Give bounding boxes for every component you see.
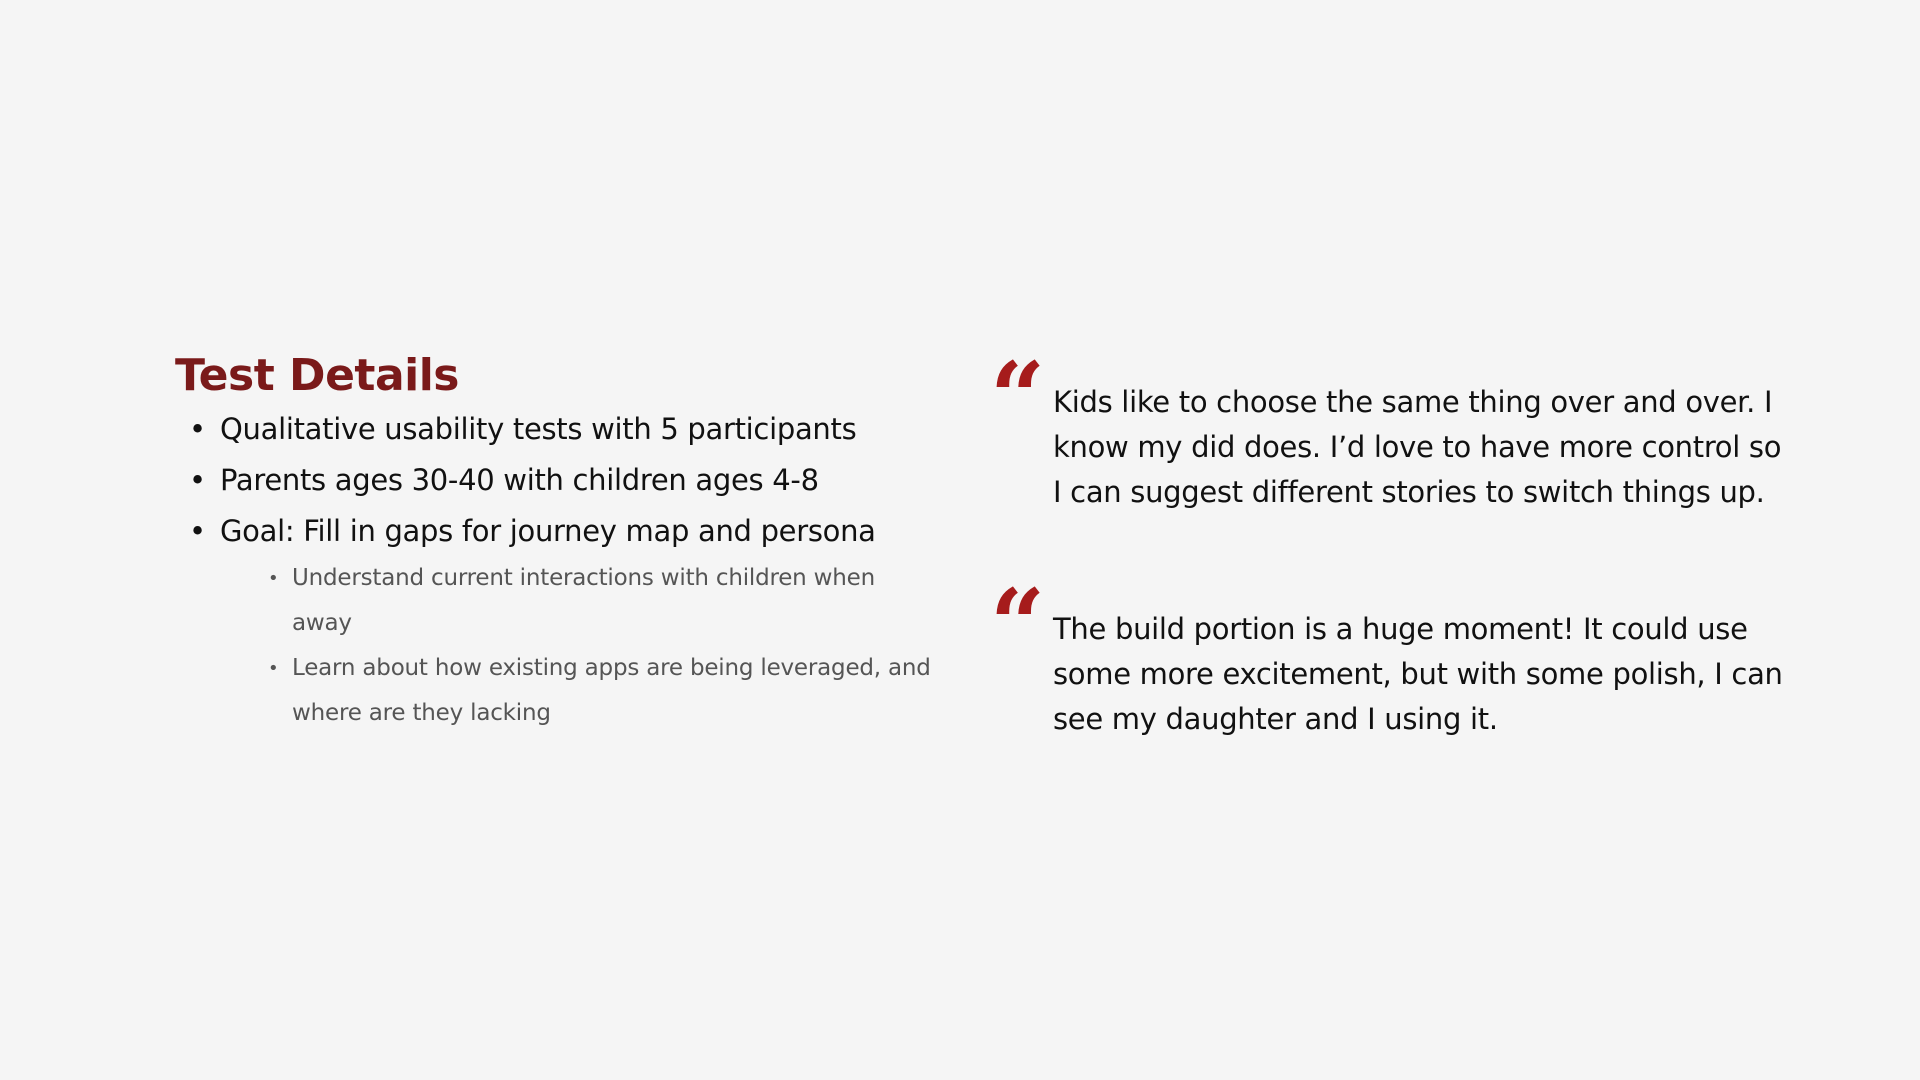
- section-title: Test Details: [175, 350, 460, 401]
- bullet-text: Qualitative usability tests with 5 parti…: [220, 412, 857, 446]
- bullet-item: • Parents ages 30-40 with children ages …: [175, 461, 935, 499]
- bullet-item: • Goal: Fill in gaps for journey map and…: [175, 512, 935, 736]
- sub-bullet-dot-icon: •: [268, 568, 279, 589]
- sub-bullet-item: • Learn about how existing apps are bein…: [220, 646, 932, 736]
- quote-block: “ Kids like to choose the same thing ove…: [990, 350, 1810, 515]
- bullet-dot-icon: •: [189, 463, 206, 497]
- bullet-text: Goal: Fill in gaps for journey map and p…: [220, 514, 876, 548]
- test-details-section: Test Details • Qualitative usability tes…: [175, 346, 935, 749]
- sub-bullet-list: • Understand current interactions with c…: [220, 556, 935, 736]
- quote-text: The build portion is a huge moment! It c…: [1053, 612, 1783, 736]
- bullet-dot-icon: •: [189, 514, 206, 548]
- bullet-dot-icon: •: [189, 412, 206, 446]
- quote-text: Kids like to choose the same thing over …: [1053, 385, 1782, 509]
- bullet-text: Parents ages 30-40 with children ages 4-…: [220, 463, 819, 497]
- quote-mark-icon: “: [990, 568, 1045, 681]
- bullet-list: • Qualitative usability tests with 5 par…: [175, 410, 935, 736]
- quote-mark-icon: “: [990, 341, 1045, 454]
- quote-block: “ The build portion is a huge moment! It…: [990, 577, 1810, 742]
- sub-bullet-item: • Understand current interactions with c…: [220, 556, 932, 646]
- sub-bullet-dot-icon: •: [268, 658, 279, 679]
- sub-bullet-text: Learn about how existing apps are being …: [292, 655, 931, 726]
- bullet-item: • Qualitative usability tests with 5 par…: [175, 410, 935, 448]
- sub-bullet-text: Understand current interactions with chi…: [292, 565, 875, 636]
